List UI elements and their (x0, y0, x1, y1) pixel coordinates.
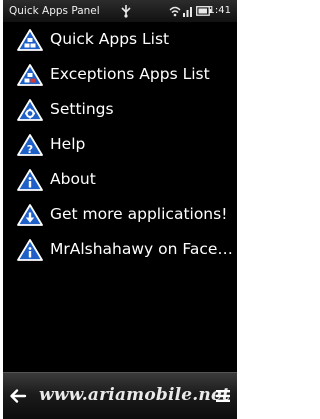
svg-text:?: ? (27, 143, 33, 156)
bottom-toolbar: www.ariamobile.net (3, 372, 237, 419)
settings-icon (17, 99, 43, 121)
main-menu: Quick Apps List Exceptions Apps List Set… (3, 22, 237, 267)
clock: 1:41 (208, 5, 231, 16)
facebook-info-icon (17, 239, 43, 261)
status-bar: Quick Apps Panel 1:41 (3, 0, 237, 22)
menu-item-label: MrAlshahawy on Face… (50, 240, 233, 258)
menu-item-label: Help (50, 135, 86, 153)
back-arrow-icon[interactable] (9, 387, 27, 405)
menu-item-label: Exceptions Apps List (50, 65, 210, 83)
menu-item-exceptions-apps-list[interactable]: Exceptions Apps List (3, 57, 237, 92)
usb-icon (121, 5, 131, 18)
menu-item-label: Get more applications! (50, 205, 228, 223)
menu-item-get-more-applications[interactable]: Get more applications! (3, 197, 237, 232)
menu-item-label: Quick Apps List (50, 30, 170, 48)
options-menu-icon[interactable] (215, 389, 231, 403)
wifi-icon (169, 6, 181, 17)
app-screen: Quick Apps Panel 1:41 Quick Apps List Ex… (3, 0, 237, 419)
download-icon (17, 204, 43, 226)
menu-item-help[interactable]: ? Help (3, 127, 237, 162)
signal-icon (183, 7, 192, 17)
menu-item-settings[interactable]: Settings (3, 92, 237, 127)
about-icon (17, 169, 43, 191)
exceptions-apps-list-icon (17, 64, 43, 86)
app-title: Quick Apps Panel (9, 5, 100, 17)
quick-apps-list-icon (17, 29, 43, 51)
watermark-text: www.ariamobile.net (39, 385, 231, 405)
menu-item-quick-apps-list[interactable]: Quick Apps List (3, 22, 237, 57)
menu-item-label: About (50, 170, 96, 188)
help-icon: ? (17, 134, 43, 156)
menu-item-mralshahawy-facebook[interactable]: MrAlshahawy on Face… (3, 232, 237, 267)
menu-item-about[interactable]: About (3, 162, 237, 197)
menu-item-label: Settings (50, 100, 114, 118)
